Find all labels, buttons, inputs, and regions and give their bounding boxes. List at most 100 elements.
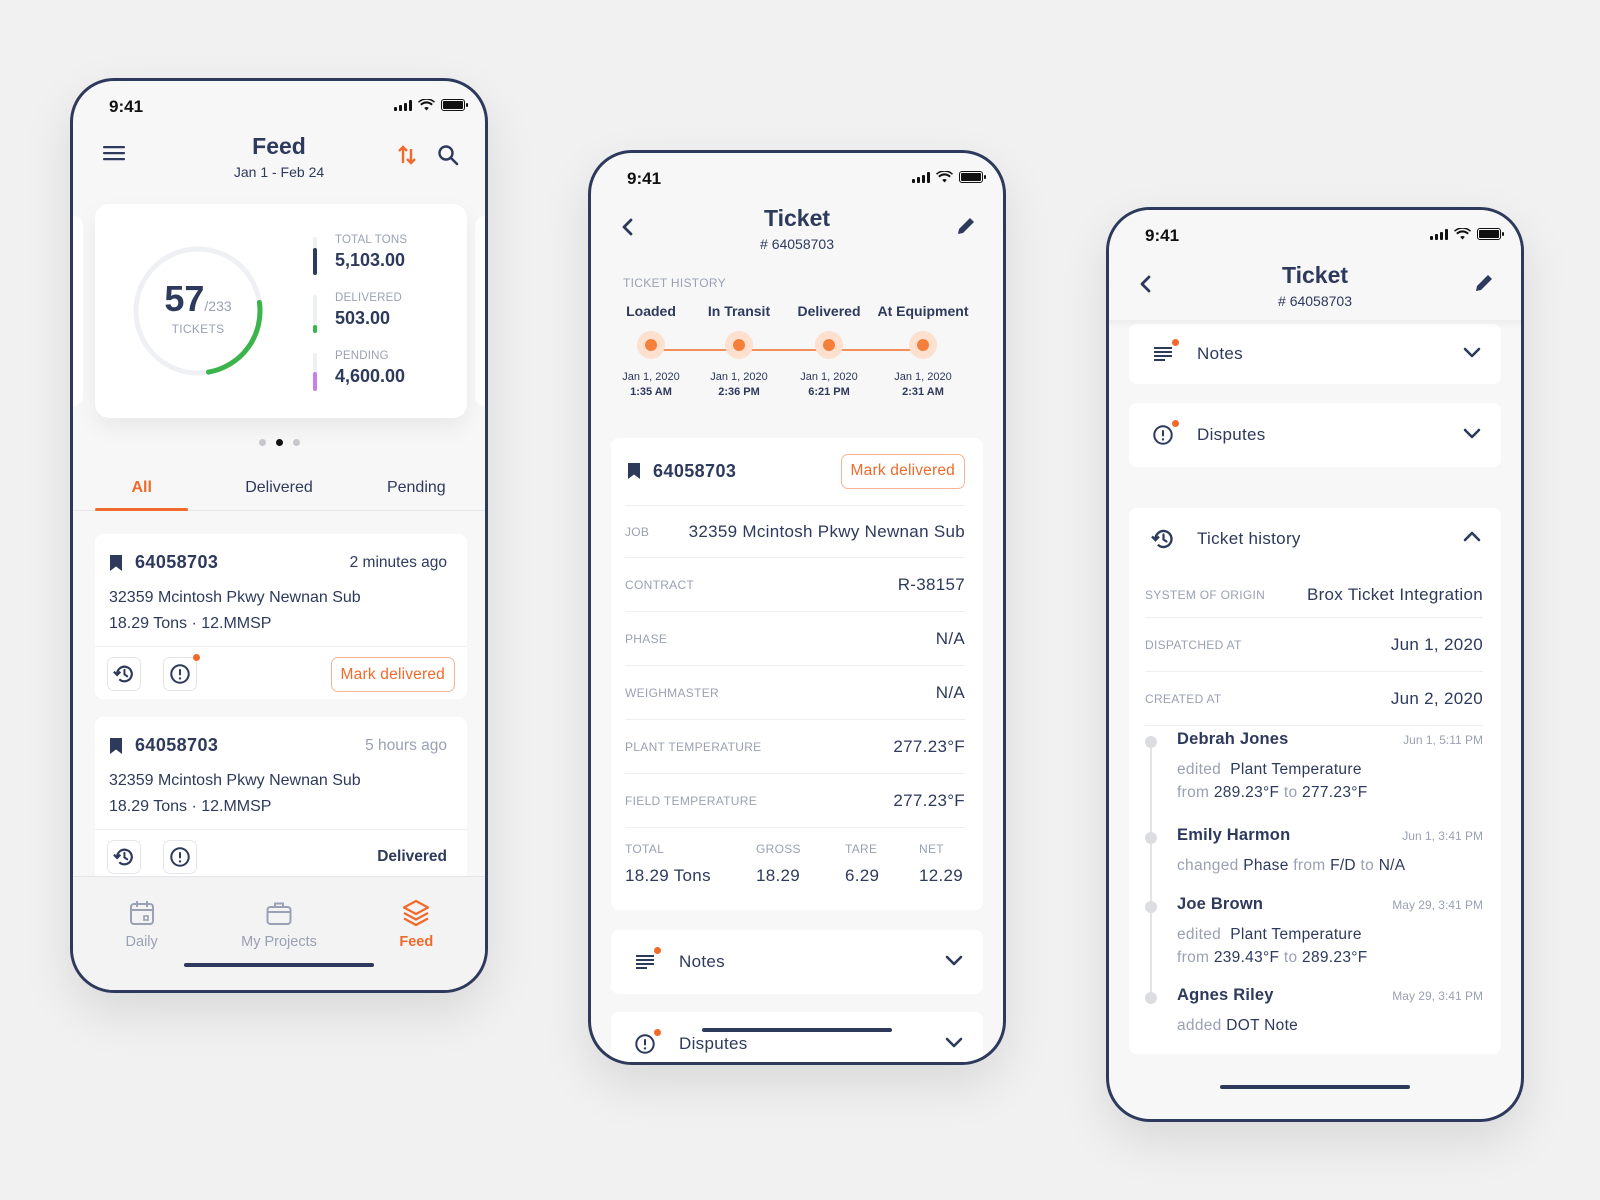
ticket-history-label: TICKET HISTORY — [623, 276, 726, 290]
total-label: TARE — [845, 842, 878, 856]
stat-value: 4,600.00 — [335, 366, 406, 386]
total-label: NET — [919, 842, 944, 856]
ticket-card[interactable]: 64058703 2 minutes ago 32359 Mcintosh Pk… — [95, 534, 467, 699]
log-entry: Emily Harmon Jun 1, 3:41 PM changed Phase… — [1145, 826, 1483, 895]
back-button[interactable] — [621, 217, 633, 237]
log-dot — [1145, 736, 1157, 748]
notification-badge — [654, 947, 661, 954]
log-field: Phase — [1243, 857, 1289, 874]
edit-button[interactable] — [1473, 272, 1495, 294]
field-weighmaster: WEIGHMASTER N/A — [625, 665, 965, 719]
log-time: Jun 1, 5:11 PM — [1403, 733, 1483, 747]
nav-my-projects[interactable]: My Projects — [210, 877, 347, 990]
field-label: WEIGHMASTER — [625, 685, 719, 700]
pager-dot-active[interactable] — [275, 439, 283, 446]
step-date: Jan 1, 2020 — [800, 371, 858, 383]
history-icon — [113, 665, 133, 683]
battery-icon — [441, 99, 468, 111]
log-user: Agnes Riley — [1177, 986, 1274, 1004]
ticket-number: # 64058703 — [1278, 293, 1352, 309]
total-total: TOTAL 18.29 Tons — [625, 842, 756, 886]
history-icon — [1151, 529, 1173, 549]
notes-section[interactable]: Notes — [1129, 324, 1501, 384]
tickets-done: 57 — [164, 278, 205, 319]
nav-daily[interactable]: Daily — [73, 877, 210, 990]
history-button[interactable] — [107, 657, 141, 691]
wifi-icon — [418, 99, 435, 111]
chevron-up-icon — [1463, 531, 1481, 542]
edit-button[interactable] — [955, 215, 977, 237]
search-button[interactable] — [437, 143, 459, 167]
stat-value: 5,103.00 — [335, 250, 406, 270]
stat-bar-fill — [313, 248, 317, 275]
disputes-section[interactable]: Disputes — [1129, 403, 1501, 467]
summary-card[interactable]: 57/233 TICKETS TOTAL TONS 5,103.00 DELIV… — [95, 204, 467, 418]
notes-icon — [636, 955, 654, 969]
chevron-down-icon — [945, 1037, 963, 1048]
sort-button[interactable] — [397, 143, 417, 167]
log-to-word: to — [1360, 857, 1375, 874]
stat-pending: PENDING 4,600.00 — [313, 350, 407, 408]
mark-delivered-button[interactable]: Mark delivered — [840, 453, 965, 489]
ticket-meta: 18.29 Tons · 12.MMSP — [109, 615, 272, 632]
feed-tabs: All Delivered Pending — [73, 471, 485, 511]
field-value: N/A — [935, 682, 965, 702]
menu-button[interactable] — [103, 145, 125, 161]
ticket-card[interactable]: 64058703 5 hours ago 32359 Mcintosh Pkwy… — [95, 717, 467, 887]
field-job: JOB 32359 Mcintosh Pkwy Newnan Sub — [625, 505, 965, 557]
pager-dot[interactable] — [258, 439, 266, 446]
step-time: 1:35 AM — [630, 386, 672, 398]
log-to: 289.23°F — [1302, 949, 1368, 966]
step-marker — [725, 331, 753, 359]
log-time: May 29, 3:41 PM — [1392, 898, 1483, 912]
dispute-button[interactable] — [163, 840, 197, 874]
log-user: Emily Harmon — [1177, 826, 1291, 844]
mark-delivered-button[interactable]: Mark delivered — [330, 657, 455, 692]
page-title: Ticket — [1281, 262, 1349, 288]
total-value: 6.29 — [845, 866, 880, 885]
stat-label: DELIVERED — [335, 292, 402, 304]
prev-card-peek — [73, 216, 83, 406]
ticket-history-toggle[interactable]: Ticket history — [1151, 508, 1481, 570]
page-title: Ticket — [763, 205, 831, 231]
log-from-word: from — [1293, 857, 1326, 874]
log-to-word: to — [1283, 784, 1298, 801]
section-label: Disputes — [1197, 425, 1266, 444]
dispute-button[interactable] — [163, 654, 200, 691]
status-time: 9:41 — [627, 169, 662, 188]
section-label: Disputes — [679, 1034, 748, 1053]
log-field: Plant Temperature — [1230, 761, 1362, 778]
field-value: 32359 Mcintosh Pkwy Newnan Sub — [688, 521, 965, 541]
tab-delivered[interactable]: Delivered — [210, 471, 347, 510]
carousel-pager[interactable] — [73, 439, 485, 446]
tab-all[interactable]: All — [73, 471, 210, 511]
field-label: CONTRACT — [625, 577, 695, 592]
nav-label: Feed — [399, 934, 434, 950]
nav-feed[interactable]: Feed — [348, 877, 485, 990]
ticket-history-section: Ticket history SYSTEM OF ORIGIN Brox Tick… — [1129, 508, 1501, 1054]
home-indicator — [184, 963, 374, 967]
log-from-word: from — [1177, 949, 1210, 966]
stat-bar — [313, 353, 317, 391]
history-button[interactable] — [107, 840, 141, 874]
step-name: In Transit — [707, 303, 771, 319]
field-label: PLANT TEMPERATURE — [625, 739, 762, 754]
bottom-nav: Daily My Projects Feed — [73, 876, 485, 990]
step-marker — [909, 331, 937, 359]
ticket-header: Ticket # 64058703 — [1109, 260, 1521, 320]
tab-pending[interactable]: Pending — [348, 471, 485, 510]
stat-bar — [313, 237, 317, 275]
back-button[interactable] — [1139, 274, 1151, 294]
notes-section[interactable]: Notes — [611, 930, 983, 994]
status-icons — [1430, 228, 1504, 240]
notification-badge — [193, 654, 200, 661]
menu-icon — [103, 146, 125, 161]
meta-value: Jun 2, 2020 — [1390, 688, 1483, 708]
section-label: Notes — [1197, 344, 1243, 363]
log-dot — [1145, 832, 1157, 844]
next-card-peek — [475, 216, 485, 406]
pager-dot[interactable] — [292, 439, 300, 446]
disputes-section[interactable]: Disputes — [611, 1012, 983, 1062]
ticket-history-screen: Notes Disputes Ticket history SYSTEM OF … — [1106, 207, 1524, 1122]
tickets-count: 57/233 TICKETS — [131, 278, 265, 336]
